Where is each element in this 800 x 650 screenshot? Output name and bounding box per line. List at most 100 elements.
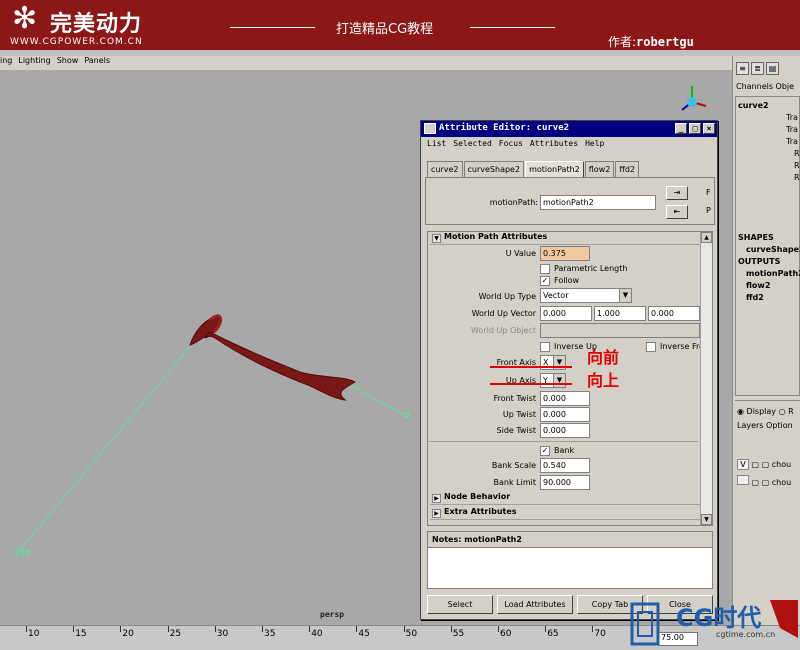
- ae-menubar: List Selected Focus Attributes Help: [421, 137, 717, 151]
- follow-checkbox[interactable]: ✓: [540, 276, 550, 286]
- close-icon[interactable]: ×: [703, 123, 715, 134]
- layer-name[interactable]: chou: [772, 460, 791, 469]
- u-value-field[interactable]: 0.375: [540, 246, 590, 261]
- visibility-toggle[interactable]: [737, 475, 749, 485]
- menu-list[interactable]: List: [427, 139, 446, 148]
- channel-row[interactable]: R: [794, 161, 800, 170]
- motion-path-curve[interactable]: [349, 384, 409, 418]
- output-item[interactable]: motionPath2: [746, 269, 800, 278]
- scroll-up-icon[interactable]: ▲: [701, 232, 712, 243]
- front-twist-field[interactable]: 0.000: [540, 391, 590, 406]
- channel-box-tabs[interactable]: Channels Obje: [736, 82, 794, 91]
- bank-limit-label: Bank Limit: [493, 478, 536, 487]
- parametric-length-checkbox[interactable]: [540, 264, 550, 274]
- tab-flow2[interactable]: flow2: [584, 161, 615, 177]
- timeline-tick-label: 40: [311, 629, 323, 639]
- output-item[interactable]: ffd2: [746, 293, 764, 302]
- timeline-tick-label: 65: [547, 629, 559, 639]
- notes-field[interactable]: [427, 547, 713, 589]
- maximize-icon[interactable]: □: [689, 123, 701, 134]
- menu-focus[interactable]: Focus: [499, 139, 523, 148]
- panel-menu-item[interactable]: Show: [57, 56, 79, 65]
- world-up-type-select[interactable]: Vector ▼: [540, 288, 632, 303]
- focus-input-icon[interactable]: ⇥: [666, 186, 688, 200]
- vertical-scrollbar[interactable]: ▲ ▼: [700, 232, 712, 525]
- node-tabs: curve2 curveShape2 motionPath2 flow2 ffd…: [427, 161, 640, 177]
- timeline-tick: [214, 626, 216, 632]
- timeline-tick: [403, 626, 405, 632]
- load-attributes-button[interactable]: Load Attributes: [497, 595, 573, 614]
- bank-scale-field[interactable]: 0.540: [540, 458, 590, 473]
- timeline-tick: [592, 626, 594, 632]
- panel-menu-item[interactable]: Lighting: [18, 56, 50, 65]
- layer-editor: ◉ Display ○ R Layers Option V ▢ ▢ chou ▢…: [735, 400, 800, 625]
- visibility-toggle[interactable]: V: [737, 459, 749, 470]
- menu-attributes[interactable]: Attributes: [530, 139, 578, 148]
- layer-row[interactable]: ▢ ▢ chou: [737, 475, 791, 487]
- minimize-icon[interactable]: _: [675, 123, 687, 134]
- window-titlebar[interactable]: Attribute Editor: curve2 _ □ ×: [421, 121, 717, 137]
- banner-author: 作者:robertgu: [608, 33, 694, 50]
- timeline-tick: [309, 626, 311, 632]
- channel-row[interactable]: Tra: [786, 137, 798, 146]
- timeline-tick-label: 55: [452, 629, 465, 639]
- output-item[interactable]: flow2: [746, 281, 770, 290]
- attribute-scroll-area[interactable]: ▼ Motion Path Attributes U Value 0.375 Pa…: [427, 231, 713, 526]
- inverse-front-checkbox[interactable]: [646, 342, 656, 352]
- layer-editor-icon[interactable]: ≣: [751, 62, 764, 75]
- collapse-arrow-icon[interactable]: ▼: [432, 234, 441, 243]
- panel-menu-item[interactable]: ing: [0, 56, 12, 65]
- side-twist-field[interactable]: 0.000: [540, 423, 590, 438]
- bank-checkbox[interactable]: ✓: [540, 446, 550, 456]
- tab-curve2[interactable]: curve2: [427, 161, 463, 177]
- extra-attributes-section[interactable]: ▶ Extra Attributes: [430, 507, 700, 520]
- channel-row[interactable]: Tra: [786, 113, 798, 122]
- channel-row[interactable]: R: [794, 149, 800, 158]
- channel-object-name[interactable]: curve2: [738, 101, 769, 110]
- toggle-layout-icon[interactable]: ▤: [766, 62, 779, 75]
- node-behavior-section[interactable]: ▶ Node Behavior: [430, 492, 700, 505]
- timeline-tick-label: 10: [28, 629, 40, 639]
- tab-curveshape2[interactable]: curveShape2: [463, 161, 525, 177]
- select-button[interactable]: Select: [427, 595, 493, 614]
- menu-help[interactable]: Help: [585, 139, 604, 148]
- channel-row[interactable]: R: [794, 173, 800, 182]
- layer-name[interactable]: chou: [772, 478, 791, 487]
- timeline-tick-label: 25: [169, 629, 182, 639]
- motion-path-curve[interactable]: [17, 346, 191, 553]
- panel-menu-item[interactable]: Panels: [84, 56, 110, 65]
- world-up-vector-y[interactable]: 1.000: [594, 306, 646, 321]
- focus-button[interactable]: F: [706, 188, 711, 197]
- bank-limit-field[interactable]: 90.000: [540, 475, 590, 490]
- channel-box-icon[interactable]: ≡: [736, 62, 749, 75]
- node-header: motionPath: motionPath2 ⇥ ⇤ F P: [425, 177, 715, 225]
- up-twist-field[interactable]: 0.000: [540, 407, 590, 422]
- menu-selected[interactable]: Selected: [453, 139, 492, 148]
- layer-row[interactable]: V ▢ ▢ chou: [737, 459, 791, 470]
- channel-row[interactable]: Tra: [786, 125, 798, 134]
- tab-ffd2[interactable]: ffd2: [615, 161, 640, 177]
- logo-text: 完美动力: [50, 12, 143, 37]
- world-up-vector-z[interactable]: 0.000: [648, 306, 700, 321]
- world-up-vector-x[interactable]: 0.000: [540, 306, 592, 321]
- focus-output-icon[interactable]: ⇤: [666, 205, 688, 219]
- shape-item[interactable]: curveShape2: [746, 245, 800, 254]
- world-up-type-label: World Up Type: [478, 292, 536, 301]
- presets-button[interactable]: P: [706, 206, 711, 215]
- outputs-header: OUTPUTS: [738, 257, 781, 266]
- expand-arrow-icon[interactable]: ▶: [432, 509, 441, 518]
- notes-header: Notes: motionPath2: [427, 531, 713, 547]
- section-title: Node Behavior: [444, 492, 511, 501]
- scroll-down-icon[interactable]: ▼: [701, 514, 712, 525]
- view-axis-icon[interactable]: [672, 80, 712, 120]
- path-end-label: 0: [404, 411, 410, 420]
- display-radio[interactable]: ◉ Display ○ R: [737, 407, 794, 416]
- layers-menu[interactable]: Layers Option: [737, 421, 793, 430]
- tab-motionpath2[interactable]: motionPath2: [525, 161, 584, 177]
- expand-arrow-icon[interactable]: ▶: [432, 494, 441, 503]
- motion-path-attributes-section[interactable]: ▼ Motion Path Attributes: [430, 232, 700, 245]
- node-name-field[interactable]: motionPath2: [540, 195, 656, 210]
- inverse-up-checkbox[interactable]: [540, 342, 550, 352]
- up-axis-select[interactable]: Y ▼: [540, 373, 566, 388]
- attribute-editor-window: Attribute Editor: curve2 _ □ × List Selec…: [420, 120, 718, 620]
